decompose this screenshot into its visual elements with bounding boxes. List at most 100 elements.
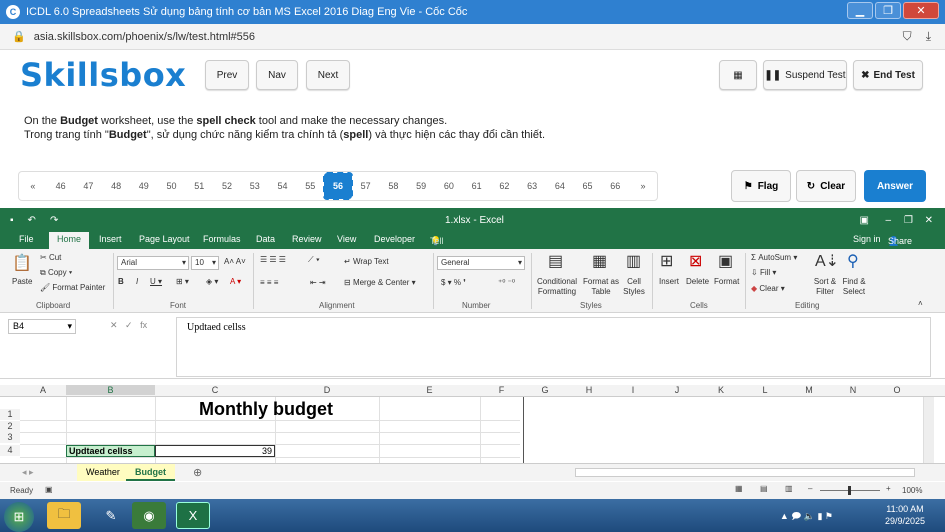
question-number[interactable]: 48 <box>102 181 130 191</box>
row-header[interactable]: 4 <box>0 445 20 456</box>
question-number[interactable]: 63 <box>518 181 546 191</box>
autosum-button[interactable]: Σ AutoSum ▾ <box>751 253 797 262</box>
clear-button[interactable]: ↻ Clear <box>796 170 856 202</box>
tab-home[interactable]: Home <box>49 232 90 249</box>
tab-view[interactable]: View <box>337 234 356 244</box>
sort-filter-button[interactable]: Sort & Filter <box>812 277 838 297</box>
number-format-select[interactable]: General ▾ <box>437 256 525 270</box>
align-left-icon[interactable]: ≡ ≡ ≡ <box>260 278 278 287</box>
question-number[interactable]: 55 <box>296 181 324 191</box>
conditional-formatting-icon[interactable]: ▤ <box>548 251 563 271</box>
undo-icon[interactable]: ↶ <box>28 215 36 226</box>
insert-cells-icon[interactable]: ⊞ <box>660 251 673 271</box>
format-cells-button[interactable]: Format <box>714 277 739 286</box>
cell-styles-icon[interactable]: ▥ <box>626 251 641 271</box>
paint-icon[interactable]: ✎ <box>94 502 128 529</box>
paste-icon[interactable]: 📋 <box>12 253 32 273</box>
question-number[interactable]: 64 <box>546 181 574 191</box>
question-number[interactable]: 49 <box>130 181 158 191</box>
suspend-test-button[interactable]: ❚❚ Suspend Test <box>763 60 847 90</box>
nav-button[interactable]: Nav <box>256 60 298 90</box>
wrap-text-button[interactable]: ↵ Wrap Text <box>344 257 389 266</box>
merge-center-button[interactable]: ⊟ Merge & Center ▾ <box>344 278 416 287</box>
cell-c4[interactable]: 39 <box>155 445 275 457</box>
orientation-icon[interactable]: ⟋ ▾ <box>308 255 320 265</box>
cell-b4[interactable]: Updtaed cellss <box>66 445 155 457</box>
url-text[interactable]: asia.skillsbox.com/phoenix/s/lw/test.htm… <box>34 31 255 43</box>
column-header-b[interactable]: B <box>66 385 155 395</box>
tab-formulas[interactable]: Formulas <box>203 234 241 244</box>
sign-in-link[interactable]: Sign in <box>853 234 881 244</box>
start-button[interactable]: ⊞ <box>4 502 34 532</box>
zoom-level[interactable]: 100% <box>902 486 922 495</box>
grow-font-icon[interactable]: A˄ A˅ <box>224 257 246 266</box>
sheet-tab-budget[interactable]: Budget <box>126 464 175 481</box>
address-bar[interactable]: 🔒 asia.skillsbox.com/phoenix/s/lw/test.h… <box>0 24 945 50</box>
clear-button-ribbon[interactable]: ◆ Clear ▾ <box>751 284 785 293</box>
sheet-tab-weather[interactable]: Weather <box>77 464 129 481</box>
question-number[interactable]: 62 <box>490 181 518 191</box>
format-painter-button[interactable]: 🖌 Format Painter <box>40 283 105 292</box>
download-icon[interactable]: ⤓ <box>926 29 931 44</box>
question-number[interactable]: 52 <box>213 181 241 191</box>
answer-button[interactable]: Answer <box>864 170 926 202</box>
tab-developer[interactable]: Developer <box>374 234 415 244</box>
question-number[interactable]: 54 <box>269 181 297 191</box>
question-number[interactable]: 47 <box>74 181 102 191</box>
vertical-scrollbar[interactable] <box>923 397 934 463</box>
question-number[interactable]: 53 <box>241 181 269 191</box>
column-header-a[interactable]: A <box>20 385 66 395</box>
delete-cells-icon[interactable]: ⊠ <box>689 251 702 271</box>
question-number[interactable]: 65 <box>574 181 602 191</box>
zoom-in-icon[interactable]: + <box>886 484 891 493</box>
format-as-table-button[interactable]: Format as Table <box>582 277 620 297</box>
font-color-icon[interactable]: A ▾ <box>230 277 241 286</box>
redo-icon[interactable]: ↷ <box>50 215 58 226</box>
question-number[interactable]: 66 <box>601 181 629 191</box>
zoom-slider-handle[interactable] <box>848 486 851 495</box>
column-header-f[interactable]: F <box>480 385 523 395</box>
italic-button[interactable]: I <box>136 277 138 286</box>
align-top-icon[interactable]: ☰ ☰ ☰ <box>260 255 286 264</box>
underline-button[interactable]: U ▾ <box>150 277 162 286</box>
question-number[interactable]: 58 <box>380 181 408 191</box>
sheet-nav-arrows[interactable]: ◂ ▸ <box>22 467 34 478</box>
column-header-i[interactable]: I <box>611 385 655 395</box>
tab-file[interactable]: File <box>19 234 34 244</box>
fill-color-icon[interactable]: ◈ ▾ <box>206 277 218 286</box>
first-page-button[interactable]: « <box>19 181 47 191</box>
find-select-button[interactable]: Find & Select <box>840 277 868 297</box>
row-header[interactable]: 2 <box>0 421 20 432</box>
column-header-g[interactable]: G <box>523 385 567 395</box>
row-header[interactable]: 1 <box>0 409 20 420</box>
last-page-button[interactable]: » <box>629 181 657 191</box>
column-header-k[interactable]: K <box>699 385 743 395</box>
paste-button[interactable]: Paste <box>12 277 32 286</box>
page-layout-view-icon[interactable]: ▤ <box>760 484 768 493</box>
question-number[interactable]: 59 <box>407 181 435 191</box>
column-header-e[interactable]: E <box>379 385 480 395</box>
shield-icon[interactable]: ⛉ <box>903 29 912 44</box>
magnifier-icon[interactable]: ⚲ <box>847 251 859 271</box>
cut-button[interactable]: ✂ Cut <box>40 253 61 262</box>
next-button[interactable]: Next <box>306 60 350 90</box>
sort-filter-icon[interactable]: A⇣ <box>815 251 839 271</box>
system-clock[interactable]: 11:00 AM 29/9/2025 <box>885 503 925 527</box>
column-header-c[interactable]: C <box>155 385 275 395</box>
macro-record-icon[interactable]: ▣ <box>45 485 53 494</box>
currency-icon[interactable]: $ ▾ % ❜ <box>441 278 466 287</box>
formula-buttons[interactable]: ✕ ✓ fx <box>110 320 147 331</box>
minimize-button[interactable]: ▁ <box>847 2 873 19</box>
column-header-h[interactable]: H <box>567 385 611 395</box>
question-number[interactable]: 56 <box>323 172 353 200</box>
font-name-select[interactable]: Arial ▾ <box>117 256 189 270</box>
page-break-view-icon[interactable]: ▥ <box>785 484 793 493</box>
save-icon[interactable]: ▪ <box>10 215 14 226</box>
cell-styles-button[interactable]: Cell Styles <box>620 277 648 297</box>
formula-input[interactable]: Updtaed cellss <box>176 317 931 377</box>
excel-minimize-button[interactable]: – <box>885 215 891 226</box>
zoom-out-icon[interactable]: – <box>808 484 812 493</box>
column-header-o[interactable]: O <box>875 385 919 395</box>
tray-icons[interactable]: ▲ 🗩 🔈 ▮ ⚑ <box>780 509 833 525</box>
column-header-m[interactable]: M <box>787 385 831 395</box>
